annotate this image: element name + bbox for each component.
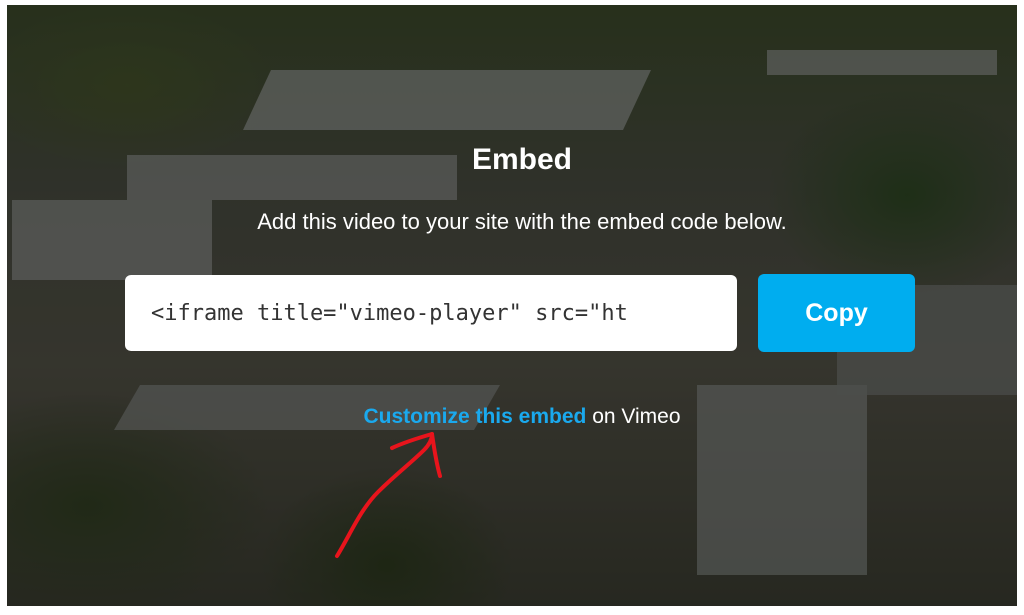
video-player-frame: Embed Add this video to your site with t…: [7, 5, 1017, 606]
customize-line: Customize this embed on Vimeo: [7, 405, 1017, 429]
embed-panel: Embed Add this video to your site with t…: [7, 5, 1017, 606]
customize-embed-link[interactable]: Customize this embed: [363, 405, 586, 428]
customize-suffix: on Vimeo: [592, 405, 681, 428]
embed-code-field[interactable]: [125, 275, 737, 351]
embed-title: Embed: [471, 143, 573, 176]
copy-button[interactable]: Copy: [758, 274, 915, 352]
embed-subtitle: Add this video to your site with the emb…: [257, 209, 787, 234]
embed-code-input[interactable]: [149, 299, 719, 327]
